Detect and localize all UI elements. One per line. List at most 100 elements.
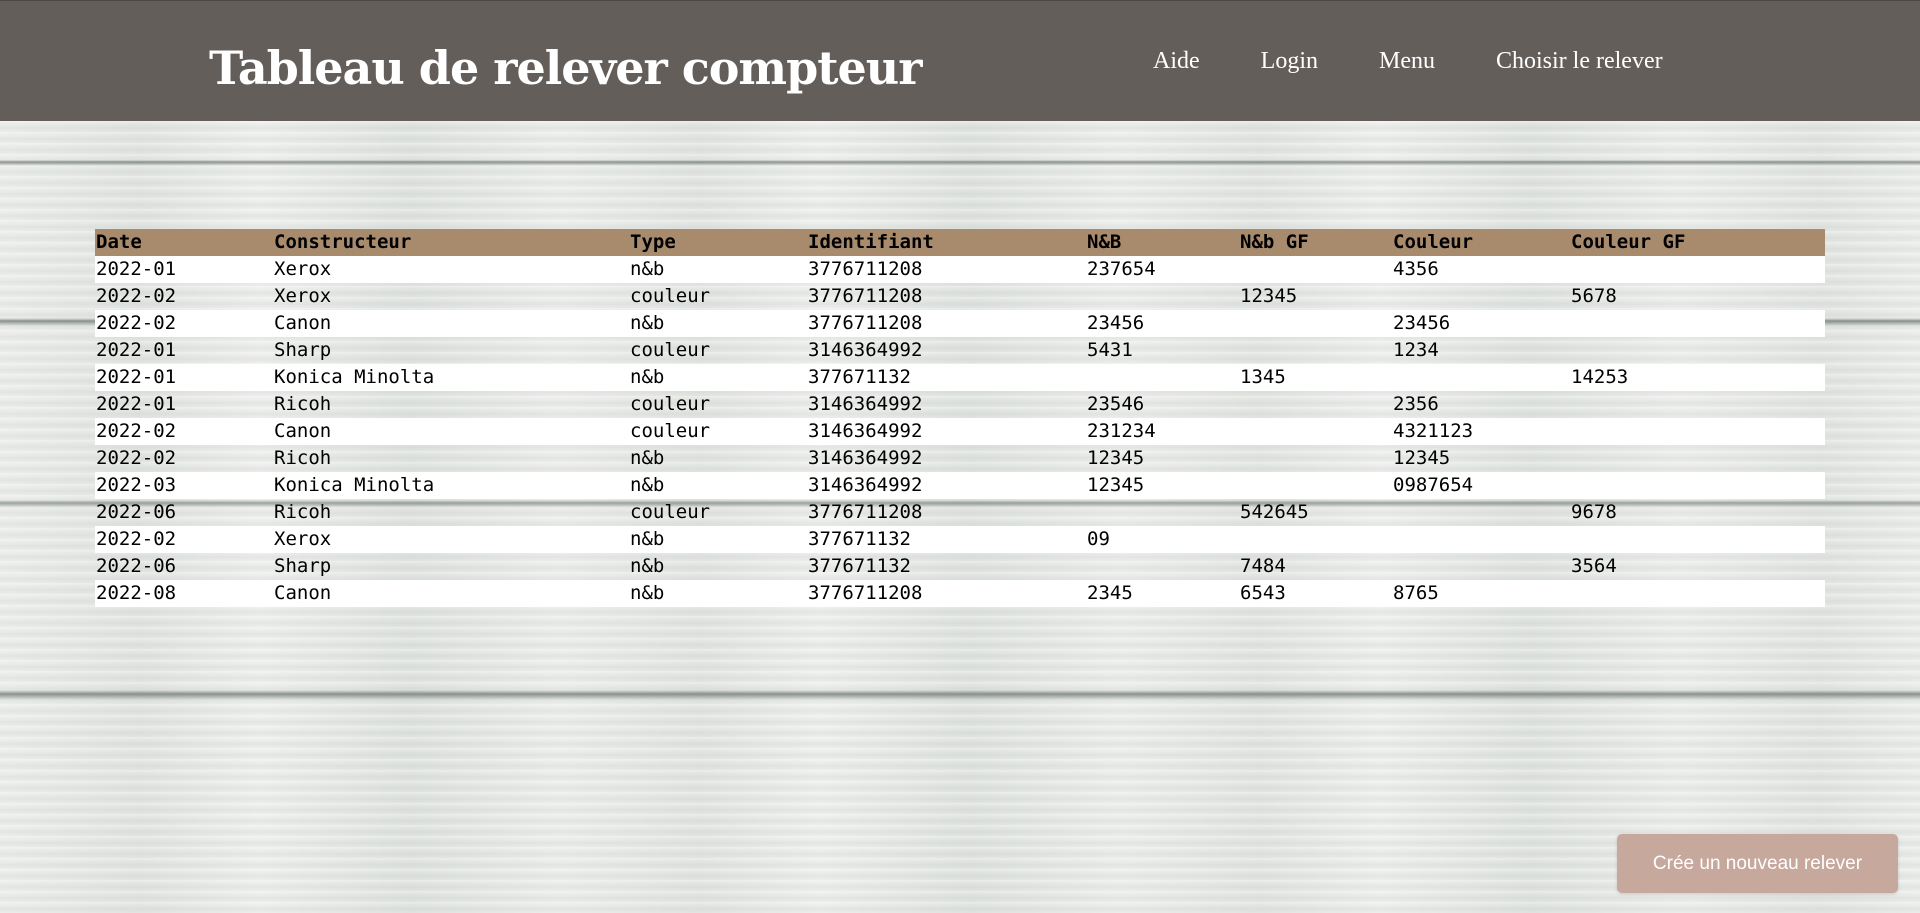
cell-nb: 12345 [1086,472,1239,499]
cell-nb-gf: 12345 [1240,285,1298,307]
cell-constructeur: Xerox [273,526,629,553]
cell-nb: 231234 [1086,418,1239,445]
cell-identifiant: 3146364992 [807,472,1086,499]
cell-identifiant: 3146364992 [808,447,923,469]
table-row: 2022-06 Ricoh couleur 3776711208 542645 9678 [95,499,1825,526]
column-header-type: Type [629,229,807,256]
cell-date: 2022-02 [96,447,177,469]
cell-nb-gf [1239,418,1392,445]
cell-constructeur: Canon [273,580,629,607]
cell-nb-gf [1239,445,1392,472]
column-header-couleur: Couleur [1392,229,1570,256]
nav-link-aide[interactable]: Aide [1153,49,1200,73]
cell-identifiant: 3776711208 [807,580,1086,607]
cell-nb: 23546 [1087,393,1145,415]
cell-constructeur: Ricoh [274,501,332,523]
cell-constructeur: Ricoh [274,447,332,469]
cell-couleur-gf: 14253 [1570,364,1825,391]
table-row: 2022-02 Canon n&b 3776711208 23456 23456 [95,310,1825,337]
cell-date: 2022-02 [95,526,273,553]
cell-date: 2022-06 [96,555,177,577]
cell-couleur [1392,283,1570,310]
cell-nb: 5431 [1087,339,1133,361]
cell-type: n&b [629,580,807,607]
nav-link-menu[interactable]: Menu [1379,49,1435,73]
cell-date: 2022-06 [96,501,177,523]
nav-link-choisir-le-relever[interactable]: Choisir le relever [1496,49,1663,73]
main-nav: Aide Login Menu Choisir le relever [1153,49,1663,73]
cell-date: 2022-08 [95,580,273,607]
new-reading-button[interactable]: Crée un nouveau relever [1617,834,1898,893]
table-row: 2022-02 Xerox n&b 377671132 09 [95,526,1825,553]
cell-nb [1086,364,1239,391]
cell-nb-gf [1239,472,1392,499]
cell-date: 2022-02 [95,310,273,337]
cell-couleur: 12345 [1393,447,1451,469]
cell-couleur: 23456 [1392,310,1570,337]
cell-identifiant: 3776711208 [807,256,1086,283]
cell-nb: 12345 [1087,447,1145,469]
cell-couleur [1392,499,1570,526]
cell-identifiant: 3776711208 [807,310,1086,337]
cell-type: n&b [629,526,807,553]
cell-date: 2022-03 [95,472,273,499]
table-header: Date Constructeur Type Identifiant N&B N… [95,229,1825,256]
cell-identifiant: 3776711208 [808,501,923,523]
cell-type: couleur [630,339,711,361]
cell-type: couleur [630,501,711,523]
cell-couleur-gf [1570,526,1825,553]
cell-nb-gf: 542645 [1240,501,1309,523]
cell-couleur-gf [1570,391,1825,418]
column-header-nb: N&B [1086,229,1239,256]
cell-nb-gf [1239,337,1392,364]
cell-type: n&b [629,472,807,499]
table-row: 2022-06 Sharp n&b 377671132 7484 3564 [95,553,1825,580]
column-header-constructeur: Constructeur [273,229,629,256]
cell-couleur-gf: 5678 [1571,285,1617,307]
cell-identifiant: 377671132 [808,555,911,577]
cell-identifiant: 3776711208 [808,285,923,307]
table-row: 2022-01 Sharp couleur 3146364992 5431 1234 [95,337,1825,364]
cell-type: n&b [629,310,807,337]
cell-nb [1086,283,1239,310]
cell-type: n&b [630,555,665,577]
cell-nb-gf [1239,526,1392,553]
cell-nb: 237654 [1086,256,1239,283]
cell-constructeur: Xerox [273,256,629,283]
cell-date: 2022-02 [96,285,177,307]
cell-couleur: 8765 [1392,580,1570,607]
cell-constructeur: Canon [273,418,629,445]
table-row: 2022-01 Konica Minolta n&b 377671132 1345 142… [95,364,1825,391]
cell-constructeur: Konica Minolta [273,364,629,391]
page-title: Tableau de relever compteur [209,41,922,95]
cell-type: couleur [630,285,711,307]
cell-constructeur: Sharp [274,339,332,361]
cell-couleur: 1234 [1393,339,1439,361]
cell-couleur: 4356 [1392,256,1570,283]
site-header: Tableau de relever compteur Aide Login M… [0,0,1920,121]
cell-identifiant: 377671132 [807,364,1086,391]
cell-date: 2022-02 [95,418,273,445]
cell-couleur-gf: 3564 [1571,555,1617,577]
table-row: 2022-01 Xerox n&b 3776711208 237654 4356 [95,256,1825,283]
cell-couleur-gf [1570,256,1825,283]
table-body: 2022-01 Xerox n&b 3776711208 237654 4356 2022-… [95,256,1825,607]
table-row: 2022-02 Canon couleur 3146364992 231234 43211… [95,418,1825,445]
table-row: 2022-02 Xerox couleur 3776711208 12345 5678 [95,283,1825,310]
cell-date: 2022-01 [95,256,273,283]
cell-couleur-gf [1570,418,1825,445]
cell-couleur-gf [1570,580,1825,607]
cell-couleur [1392,553,1570,580]
cell-constructeur: Canon [273,310,629,337]
nav-link-login[interactable]: Login [1261,49,1318,73]
cell-couleur-gf [1570,310,1825,337]
cell-nb: 2345 [1086,580,1239,607]
table-row: 2022-01 Ricoh couleur 3146364992 23546 2356 [95,391,1825,418]
cell-type: n&b [629,256,807,283]
cell-couleur-gf [1570,445,1825,472]
cell-nb [1086,553,1239,580]
cell-couleur [1392,364,1570,391]
cell-couleur: 0987654 [1392,472,1570,499]
cell-nb-gf: 7484 [1240,555,1286,577]
cell-nb: 23456 [1086,310,1239,337]
